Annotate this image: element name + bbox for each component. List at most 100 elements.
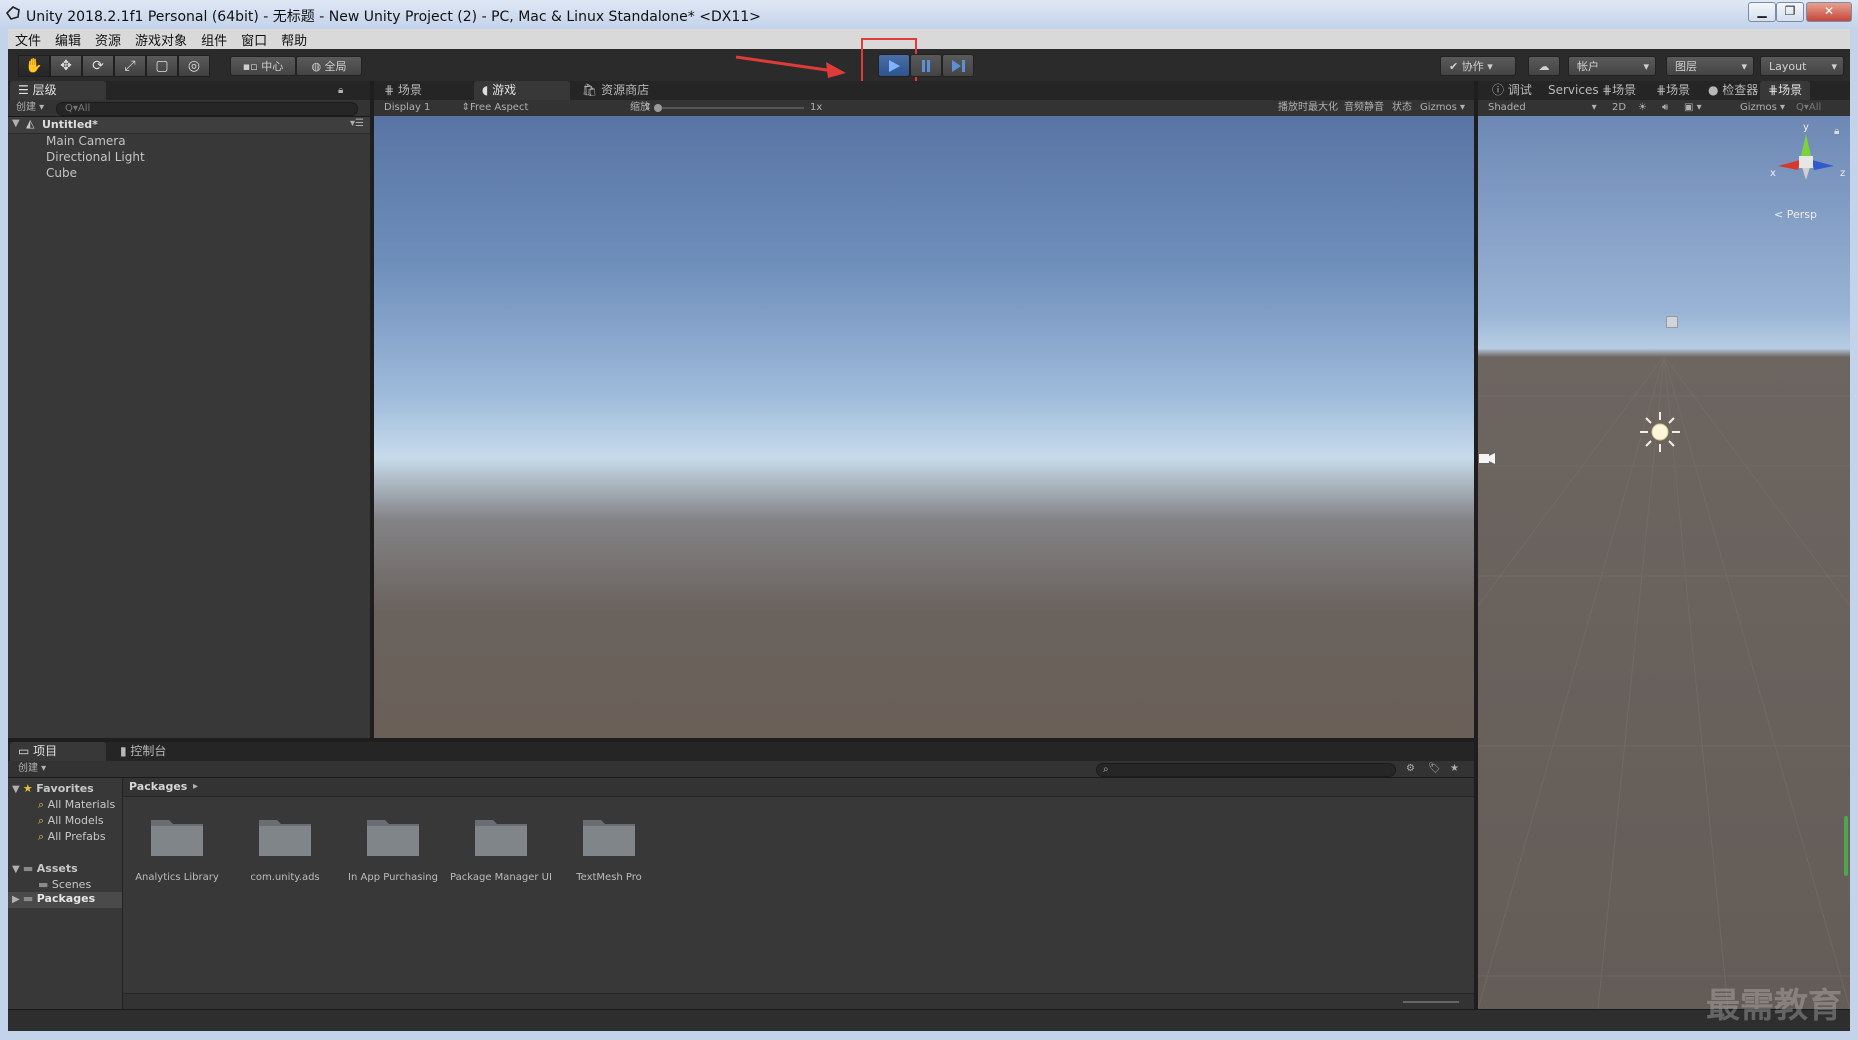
step-button[interactable] — [942, 54, 974, 77]
play-button[interactable] — [878, 54, 910, 77]
lock-icon[interactable]: 🔒︎ — [1834, 124, 1839, 140]
tab-console[interactable]: ▮ 控制台 — [112, 742, 208, 761]
scene-options-icon[interactable]: ▾☰ — [350, 116, 364, 132]
scene-root-row[interactable]: ▼ ◭ Untitled* ▾☰ — [8, 117, 370, 134]
audio-toggle-icon[interactable]: 🔊︎ — [1662, 100, 1668, 116]
persp-text: Persp — [1786, 208, 1817, 221]
scene-view-canvas[interactable]: y x z 🔒︎ < Persp — [1478, 116, 1850, 1009]
tab-scene[interactable]: ⋕ 场景 — [376, 81, 472, 100]
tab-inspector[interactable]: ● 检查器 — [1700, 81, 1766, 100]
folder-item[interactable]: TextMesh Pro — [555, 812, 663, 892]
game-view-canvas[interactable] — [374, 116, 1474, 738]
tab-project[interactable]: ▭ 项目 — [10, 742, 106, 761]
hierarchy-item[interactable]: Cube — [46, 166, 77, 180]
favorites-row[interactable]: ▼ ★ Favorites — [12, 782, 120, 798]
search-icon: ⌕ — [38, 798, 45, 811]
breadcrumb[interactable]: Packages ▸ — [123, 778, 1474, 797]
hierarchy-item[interactable]: Directional Light — [46, 150, 145, 164]
pivot-toggle-button[interactable]: ▪▫ 中心 — [230, 56, 296, 76]
account-dropdown[interactable]: 帐户 ▾ — [1568, 56, 1656, 76]
hierarchy-create-button[interactable]: 创建 ▾ — [16, 100, 44, 116]
lock-icon[interactable]: 🔒︎ — [338, 83, 343, 99]
hierarchy-search-input[interactable]: Q▾All — [56, 102, 358, 116]
lighting-toggle-icon[interactable]: ☀ — [1638, 100, 1647, 116]
hierarchy-item[interactable]: Main Camera — [46, 134, 126, 148]
aspect-dropdown[interactable]: Free Aspect ⇕ — [470, 100, 652, 116]
minimize-button[interactable]: ▁ — [1748, 2, 1776, 22]
move-tool-button[interactable]: ✥ — [50, 55, 82, 77]
folder-item[interactable]: Package Manager UI — [447, 812, 555, 892]
tab-hierarchy[interactable]: ☰ 层级 — [10, 81, 106, 100]
tab-scene-2[interactable]: ⋕场景 — [1648, 81, 1698, 100]
scene-toolbar: Shaded ▾ 2D ☀ 🔊︎ ▣ ▾ Gizmos ▾ Q▾All — [1478, 100, 1850, 117]
rect-tool-button[interactable]: ▢ — [146, 55, 178, 77]
mute-audio-toggle[interactable]: 音频静音 — [1344, 100, 1384, 116]
folder-item[interactable]: In App Purchasing — [339, 812, 447, 892]
transform-tool-button[interactable]: ◎ — [178, 55, 210, 77]
project-search-input[interactable]: ⌕ — [1096, 763, 1396, 777]
pacman-icon: ◖ — [482, 83, 493, 97]
menu-component[interactable]: 组件 — [194, 29, 234, 49]
2d-toggle[interactable]: 2D — [1612, 100, 1626, 116]
asset-store-tab-label: 资源商店 — [601, 83, 650, 97]
shading-dropdown[interactable]: Shaded ▾ — [1488, 100, 1597, 116]
menu-assets[interactable]: 资源 — [88, 29, 128, 49]
stats-toggle[interactable]: 状态 — [1392, 100, 1412, 116]
restore-button[interactable]: ❐ — [1776, 2, 1804, 22]
expand-arrow-icon[interactable]: ▼ — [12, 864, 23, 875]
rotate-tool-button[interactable]: ⟳ — [82, 55, 114, 77]
effects-toggle-icon[interactable]: ▣ ▾ — [1684, 100, 1702, 116]
favorite-item[interactable]: ⌕ All Materials — [38, 798, 115, 812]
menu-edit[interactable]: 编辑 — [48, 29, 88, 49]
tab-game[interactable]: ◖ 游戏 — [474, 81, 570, 100]
scenes-row[interactable]: ▬ Scenes — [38, 878, 91, 891]
scale-slider[interactable] — [654, 107, 804, 109]
hand-tool-button[interactable]: ✋ — [18, 55, 50, 77]
assets-row[interactable]: ▼ ▬ Assets — [12, 862, 78, 878]
project-content: Packages ▸ Analytics Library com.unity.a… — [123, 778, 1474, 1010]
tab-debug[interactable]: ⓘ 调试 — [1484, 81, 1540, 100]
layers-dropdown[interactable]: 图层 ▾ — [1666, 56, 1754, 76]
collab-button[interactable]: ✔ 协作 ▾ — [1440, 56, 1516, 76]
camera-object-icon[interactable] — [1478, 450, 1496, 466]
scale-tool-button[interactable]: ⤢ — [114, 55, 146, 77]
filter-type-icon[interactable]: ⚙ — [1406, 761, 1415, 777]
space-toggle-button[interactable]: ◍ 全局 — [296, 56, 362, 76]
hierarchy-subbar: 创建 ▾ Q▾All — [8, 100, 370, 117]
close-button[interactable]: ✕ — [1806, 2, 1852, 22]
game-gizmos-dropdown[interactable]: Gizmos ▾ — [1420, 100, 1465, 116]
scene-scrollbar[interactable] — [1844, 816, 1848, 876]
maximize-on-play-toggle[interactable]: 播放时最大化 — [1278, 100, 1338, 116]
window-right-border — [1850, 29, 1858, 1031]
filter-label-icon[interactable]: 🏷︎ — [1428, 761, 1441, 777]
favorite-item[interactable]: ⌕ All Prefabs — [38, 830, 106, 844]
menu-file[interactable]: 文件 — [8, 29, 48, 49]
icon-size-slider[interactable] — [1403, 1001, 1459, 1003]
scene-gizmos-dropdown[interactable]: Gizmos ▾ — [1740, 100, 1785, 116]
tab-scene-1[interactable]: ⋕场景 — [1594, 81, 1644, 100]
directional-light-icon[interactable] — [1638, 410, 1682, 454]
favorite-star-icon[interactable]: ★ — [1450, 761, 1459, 777]
layout-dropdown[interactable]: Layout ▾ — [1760, 56, 1844, 76]
expand-arrow-icon[interactable]: ▶ — [12, 894, 23, 905]
folder-item[interactable]: com.unity.ads — [231, 812, 339, 892]
menu-help[interactable]: 帮助 — [274, 29, 314, 49]
display-dropdown[interactable]: Display 1 ⇕ — [384, 100, 470, 116]
cloud-button[interactable]: ☁ — [1528, 56, 1560, 76]
scene-search-input[interactable]: Q▾All — [1796, 100, 1821, 116]
folder-item[interactable]: Analytics Library — [123, 812, 231, 892]
scale-slider-thumb[interactable] — [654, 104, 662, 112]
pause-button[interactable] — [910, 54, 942, 77]
favorite-item[interactable]: ⌕ All Models — [38, 814, 104, 828]
persp-label[interactable]: < Persp — [1774, 208, 1817, 221]
expand-arrow-icon[interactable]: ▼ — [12, 784, 23, 795]
inspector-icon: ● — [1708, 83, 1723, 97]
tab-asset-store[interactable]: 🛍︎ 资源商店 — [574, 81, 684, 100]
project-create-button[interactable]: 创建 ▾ — [18, 761, 46, 777]
packages-row[interactable]: ▶ ▬ Packages — [8, 892, 122, 908]
menu-window[interactable]: 窗口 — [234, 29, 274, 49]
expand-arrow-icon[interactable]: ▼ — [12, 116, 20, 132]
menu-gameobject[interactable]: 游戏对象 — [128, 29, 194, 49]
tab-scene-3[interactable]: ⋕场景 — [1760, 81, 1811, 100]
cube-object-icon[interactable] — [1666, 316, 1678, 328]
